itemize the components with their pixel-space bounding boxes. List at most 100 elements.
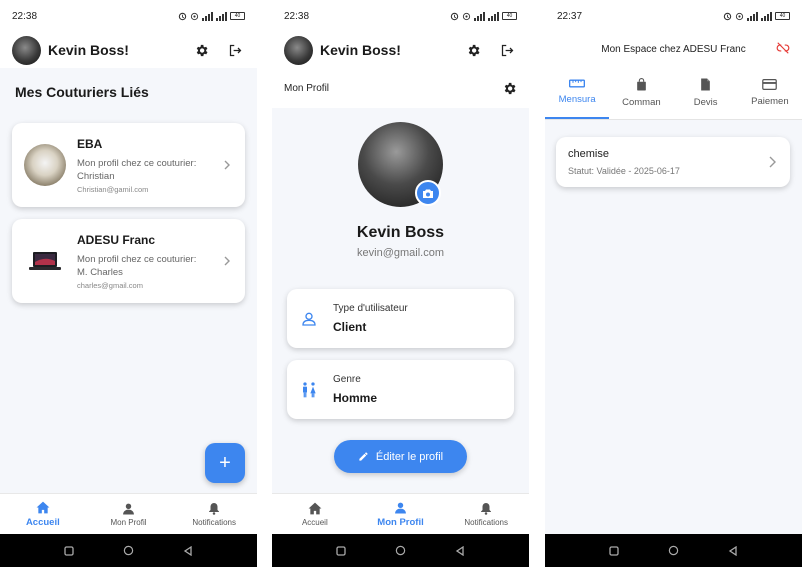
signal-icon-2 bbox=[216, 11, 227, 21]
android-navigation-bar bbox=[545, 534, 802, 567]
battery-icon: 40 bbox=[775, 12, 790, 20]
signal-icon-2 bbox=[488, 11, 499, 21]
bottom-navigation: Accueil Mon Profil Notifications bbox=[272, 493, 529, 534]
nav-notifications-label: Notifications bbox=[192, 517, 236, 527]
status-time: 22:38 bbox=[284, 10, 310, 22]
app-bar: Kevin Boss! bbox=[0, 32, 257, 68]
avatar[interactable] bbox=[12, 35, 41, 65]
recents-icon[interactable] bbox=[336, 545, 346, 556]
tailor-name: ADESU Franc bbox=[77, 232, 156, 247]
gear-icon[interactable] bbox=[502, 81, 517, 96]
nav-home[interactable]: Accueil bbox=[272, 494, 358, 534]
gear-icon bbox=[196, 44, 207, 56]
laptop-icon bbox=[29, 252, 61, 270]
gear-icon bbox=[468, 44, 479, 56]
tab-payments-label: Paiemen bbox=[751, 95, 789, 107]
chevron-right-icon bbox=[769, 156, 776, 168]
tailor-photo bbox=[24, 240, 66, 282]
home-button-icon[interactable] bbox=[123, 545, 134, 556]
home-button-icon[interactable] bbox=[668, 545, 679, 556]
tailor-card[interactable]: EBA Mon profil chez ce couturier: Christ… bbox=[12, 123, 245, 207]
measurement-status: Statut: Validée - 2025-06-17 bbox=[568, 166, 680, 176]
alarm-icon bbox=[178, 12, 187, 20]
profile-subbar: Mon Profil bbox=[272, 68, 529, 108]
tab-bar: Mensura Comman Devis Paiemen bbox=[545, 66, 802, 120]
back-icon[interactable] bbox=[455, 545, 465, 556]
profile-name: Kevin Boss bbox=[356, 224, 445, 241]
status-time: 22:37 bbox=[557, 10, 583, 22]
document-icon bbox=[701, 78, 710, 90]
home-icon bbox=[308, 502, 322, 514]
logout-button[interactable] bbox=[225, 40, 245, 60]
nav-notifications[interactable]: Notifications bbox=[171, 494, 257, 534]
tailor-card[interactable]: ADESU Franc Mon profil chez ce couturier… bbox=[12, 219, 245, 303]
user-type-value: Client bbox=[333, 320, 367, 334]
page-title: Mon Espace chez ADESU Franc bbox=[601, 43, 746, 55]
battery-icon: 40 bbox=[230, 12, 245, 20]
logout-button[interactable] bbox=[497, 40, 517, 60]
tailor-name: EBA bbox=[77, 136, 103, 151]
gender-value: Homme bbox=[333, 391, 378, 405]
gender-label: Genre bbox=[333, 374, 361, 385]
tab-quotes-label: Devis bbox=[693, 96, 718, 108]
add-tailor-button[interactable]: + bbox=[205, 443, 245, 483]
signal-icon bbox=[474, 11, 485, 21]
gender-icon bbox=[303, 381, 316, 397]
change-photo-button[interactable] bbox=[415, 180, 441, 206]
signal-icon-2 bbox=[761, 11, 772, 21]
nav-profile[interactable]: Mon Profil bbox=[358, 494, 444, 534]
camera-icon bbox=[423, 189, 433, 198]
avatar[interactable] bbox=[284, 35, 313, 65]
status-bar: 22:38 40 bbox=[0, 0, 257, 32]
bottom-navigation: Accueil Mon Profil Notifications bbox=[0, 493, 257, 534]
back-icon[interactable] bbox=[728, 545, 738, 556]
edit-profile-button[interactable]: Éditer le profil bbox=[334, 440, 467, 473]
recents-icon[interactable] bbox=[64, 545, 74, 556]
chevron-right-icon bbox=[224, 160, 230, 170]
nav-home[interactable]: Accueil bbox=[0, 494, 86, 534]
credit-card-icon bbox=[762, 78, 778, 90]
tailor-profile-name: M. Charles bbox=[77, 266, 123, 278]
tailor-profile-label: Mon profil chez ce couturier: bbox=[77, 253, 197, 265]
recents-icon[interactable] bbox=[609, 545, 619, 556]
hotspot-icon bbox=[190, 12, 199, 20]
section-title: Mes Couturiers Liés bbox=[15, 84, 149, 100]
home-button-icon[interactable] bbox=[395, 545, 406, 556]
tailor-photo bbox=[24, 144, 66, 186]
tab-orders[interactable]: Comman bbox=[609, 66, 673, 119]
nav-profile[interactable]: Mon Profil bbox=[86, 494, 172, 534]
android-navigation-bar bbox=[0, 534, 257, 567]
tab-quotes[interactable]: Devis bbox=[674, 66, 738, 119]
user-type-card: Type d'utilisateur Client bbox=[287, 289, 514, 348]
tab-payments[interactable]: Paiemen bbox=[738, 66, 802, 119]
alarm-icon bbox=[723, 12, 732, 20]
nav-notifications[interactable]: Notifications bbox=[443, 494, 529, 534]
status-bar: 22:38 40 bbox=[272, 0, 529, 32]
signal-icon bbox=[202, 11, 213, 21]
space-header: Mon Espace chez ADESU Franc bbox=[545, 32, 802, 66]
battery-icon: 40 bbox=[502, 12, 517, 20]
profile-screen: 22:38 40 Kevin Boss! Mon Profil Kevin Bo… bbox=[272, 0, 529, 567]
hotspot-icon bbox=[462, 12, 471, 20]
edit-profile-label: Éditer le profil bbox=[375, 450, 444, 463]
measurement-card[interactable]: chemise Statut: Validée - 2025-06-17 bbox=[556, 137, 790, 187]
back-icon[interactable] bbox=[183, 545, 193, 556]
nav-profile-label: Mon Profil bbox=[377, 516, 424, 528]
person-outline-icon bbox=[302, 312, 316, 326]
tab-measurements[interactable]: Mensura bbox=[545, 66, 610, 119]
divider bbox=[257, 0, 272, 567]
person-icon bbox=[395, 502, 406, 513]
chevron-right-icon bbox=[224, 256, 230, 266]
tailor-profile-name: Christian bbox=[77, 170, 115, 182]
shopping-bag-icon bbox=[637, 77, 646, 90]
tab-measurements-label: Mensura bbox=[558, 93, 596, 105]
unlink-icon[interactable] bbox=[776, 41, 790, 55]
settings-button[interactable] bbox=[191, 40, 211, 60]
settings-button[interactable] bbox=[463, 40, 483, 60]
measurement-title: chemise bbox=[568, 148, 609, 160]
home-content: Mes Couturiers Liés EBA Mon profil chez … bbox=[0, 68, 257, 493]
android-navigation-bar bbox=[272, 534, 529, 567]
app-bar: Kevin Boss! bbox=[272, 32, 529, 68]
status-bar: 22:37 40 bbox=[545, 0, 802, 32]
tailor-email: Christian@gamil.com bbox=[77, 184, 149, 194]
